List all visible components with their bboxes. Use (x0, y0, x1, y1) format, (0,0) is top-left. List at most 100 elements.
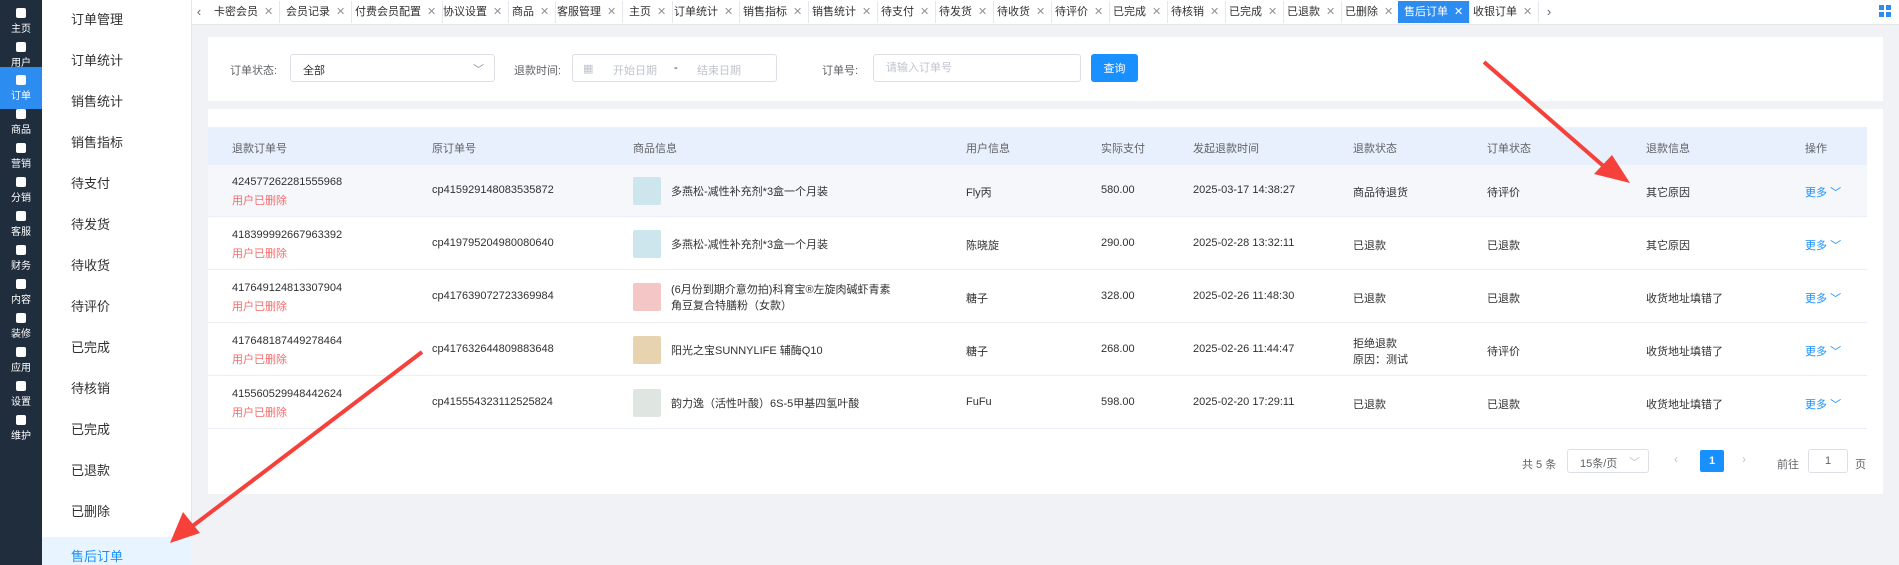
close-icon[interactable]: ✕ (1326, 6, 1335, 18)
tab-unpaid[interactable]: 待支付 ✕ (875, 1, 937, 23)
query-button[interactable]: 查询 (1091, 54, 1138, 82)
submenu-item-refunded[interactable]: 已退款 (42, 451, 192, 491)
submenu-item-to-verify[interactable]: 待核销 (42, 369, 192, 409)
refund-date-range[interactable]: ▦ 开始日期 - 结束日期 (572, 54, 777, 82)
user-deleted-tag: 用户已删除 (232, 354, 287, 366)
goods-thumbnail (633, 283, 661, 311)
tab-order-stats[interactable]: 订单统计 ✕ (668, 1, 741, 23)
more-actions-link[interactable]: 更多 ﹀ (1805, 396, 1841, 412)
orig-order-no: cp419795204980080640 (432, 237, 554, 249)
close-icon[interactable]: ✕ (724, 6, 733, 18)
chevron-down-icon: ﹀ (1830, 187, 1842, 199)
tab-to-receive[interactable]: 待收货 ✕ (991, 1, 1053, 23)
close-icon[interactable]: ✕ (1454, 6, 1463, 18)
close-icon[interactable]: ✕ (978, 6, 987, 18)
tab-sales-stats[interactable]: 销售统计 ✕ (806, 1, 879, 23)
submenu-item-order-stats[interactable]: 订单统计 (42, 41, 192, 81)
close-icon[interactable]: ✕ (657, 6, 666, 18)
close-icon[interactable]: ✕ (1152, 6, 1161, 18)
close-icon[interactable]: ✕ (540, 6, 549, 18)
tab-completed-2[interactable]: 已完成 ✕ (1223, 1, 1285, 23)
more-actions-link[interactable]: 更多 ﹀ (1805, 343, 1841, 359)
submenu-item-to-receive[interactable]: 待收货 (42, 246, 192, 286)
tabs-scroll-right-icon[interactable]: › (1542, 0, 1556, 24)
tab-after-sales[interactable]: 售后订单 ✕ (1398, 1, 1471, 23)
orig-order-no: cp415929148083535872 (432, 184, 554, 196)
tab-home[interactable]: 主页 ✕ (623, 1, 674, 23)
service-icon (16, 210, 26, 221)
close-icon[interactable]: ✕ (1523, 6, 1532, 18)
tab-goods[interactable]: 商品 ✕ (506, 1, 557, 23)
tab-card-member[interactable]: 卡密会员 ✕ (208, 1, 281, 23)
tab-sales-target[interactable]: 销售指标 ✕ (737, 1, 810, 23)
tab-member-record[interactable]: 会员记录 ✕ (280, 1, 353, 23)
submenu-item-to-review[interactable]: 待评价 (42, 287, 192, 327)
tabs-scroll-left-icon[interactable]: ‹ (192, 0, 206, 24)
icon-rail: 主页 用户 订单 商品 营销 分销 客服 财务 内容 装修 应用 设置 维护 (0, 0, 42, 565)
more-actions-link[interactable]: 更多 ﹀ (1805, 290, 1841, 306)
page-size-select[interactable]: 15条/页 ﹀ (1567, 449, 1649, 473)
tabs-menu-icon[interactable] (1879, 5, 1891, 17)
column-header: 订单状态 (1487, 143, 1531, 155)
prev-page-icon[interactable]: ‹ (1674, 452, 1678, 466)
close-icon[interactable]: ✕ (862, 6, 871, 18)
home-icon (16, 7, 26, 18)
submenu-item-to-ship[interactable]: 待发货 (42, 205, 192, 245)
close-icon[interactable]: ✕ (1094, 6, 1103, 18)
close-icon[interactable]: ✕ (336, 6, 345, 18)
content-icon (16, 278, 26, 289)
rail-item-maintain[interactable]: 维护 (0, 407, 42, 449)
close-icon[interactable]: ✕ (427, 6, 436, 18)
goto-page-input[interactable] (1808, 449, 1848, 473)
chevron-down-icon: ﹀ (1830, 346, 1842, 358)
order-status-label: 订单状态: (230, 65, 278, 77)
order-no-input[interactable] (873, 54, 1081, 82)
close-icon[interactable]: ✕ (1210, 6, 1219, 18)
submenu-item-order-manage[interactable]: 订单管理 (42, 0, 192, 40)
more-actions-link[interactable]: 更多 ﹀ (1805, 184, 1841, 200)
paid-amount: 290.00 (1101, 237, 1135, 249)
tab-to-ship[interactable]: 待发货 ✕ (933, 1, 995, 23)
user-icon (16, 41, 26, 52)
column-header: 用户信息 (966, 143, 1010, 155)
next-page-icon[interactable]: › (1742, 452, 1746, 466)
close-icon[interactable]: ✕ (1384, 6, 1393, 18)
user-name: 糖子 (966, 346, 988, 358)
tab-to-review[interactable]: 待评价 ✕ (1049, 1, 1111, 23)
close-icon[interactable]: ✕ (607, 6, 616, 18)
goods-thumbnail (633, 336, 661, 364)
submenu-item-after-sales[interactable]: 售后订单 (42, 537, 192, 565)
tab-deleted[interactable]: 已删除 ✕ (1339, 1, 1401, 23)
goods-icon (16, 108, 26, 119)
goods-name: (6月份到期介意勿拍)科育宝®左旋肉碱虾青素 (671, 284, 891, 296)
refund-no: 417649124813307904 (232, 282, 343, 294)
order-status-select[interactable]: 全部 ﹀ (290, 54, 495, 82)
decorate-icon (16, 312, 26, 323)
tab-agreement[interactable]: 协议设置 ✕ (437, 1, 510, 23)
submenu-item-sales-target[interactable]: 销售指标 (42, 123, 192, 163)
tabs-bar: ‹ 卡密会员 ✕ 会员记录 ✕ 付费会员配置 ✕ 协议设置 ✕ 商品 ✕ 客服管理 ✕ 主页… (192, 0, 1899, 25)
tab-service-manage[interactable]: 客服管理 ✕ (551, 1, 624, 23)
tab-refunded[interactable]: 已退款 ✕ (1281, 1, 1343, 23)
submenu-item-sales-stats[interactable]: 销售统计 (42, 82, 192, 122)
page-number-current[interactable]: 1 (1700, 450, 1724, 472)
tab-to-verify[interactable]: 待核销 ✕ (1165, 1, 1227, 23)
tab-paid-member-config[interactable]: 付费会员配置 ✕ (349, 1, 444, 23)
submenu-item-unpaid[interactable]: 待支付 (42, 164, 192, 204)
refund-time: 2025-02-20 17:29:11 (1193, 396, 1295, 408)
close-icon[interactable]: ✕ (1268, 6, 1277, 18)
paid-amount: 580.00 (1101, 184, 1135, 196)
submenu-item-completed-2[interactable]: 已完成 (42, 410, 192, 450)
submenu-item-completed[interactable]: 已完成 (42, 328, 192, 368)
tab-completed[interactable]: 已完成 ✕ (1107, 1, 1169, 23)
refund-info: 其它原因 (1646, 240, 1690, 252)
tab-cashier-order[interactable]: 收银订单 ✕ (1467, 1, 1540, 23)
refund-info: 收货地址填错了 (1646, 399, 1723, 411)
submenu-item-deleted[interactable]: 已删除 (42, 492, 192, 532)
close-icon[interactable]: ✕ (920, 6, 929, 18)
close-icon[interactable]: ✕ (493, 6, 502, 18)
close-icon[interactable]: ✕ (793, 6, 802, 18)
more-actions-link[interactable]: 更多 ﹀ (1805, 237, 1841, 253)
close-icon[interactable]: ✕ (1036, 6, 1045, 18)
close-icon[interactable]: ✕ (264, 6, 273, 18)
